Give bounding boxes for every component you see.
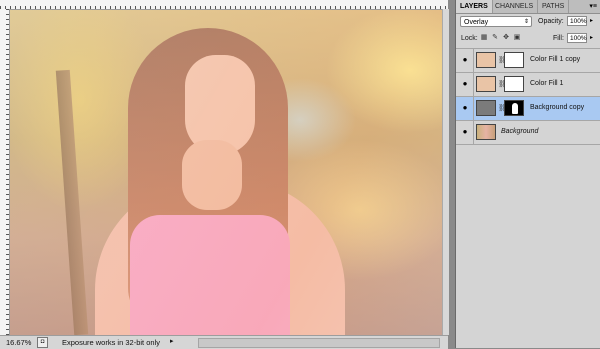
layer-thumbnail [476, 76, 496, 92]
status-bar: 16.67% ◘ Exposure works in 32-bit only ▸ [0, 335, 448, 349]
canvas-image[interactable] [10, 10, 442, 335]
chevron-down-icon: ⇕ [523, 19, 529, 25]
eye-visibility-icon[interactable]: ● [460, 104, 470, 112]
fill-label: Fill: [553, 35, 564, 42]
lock-label: Lock: [461, 35, 478, 42]
layer-name[interactable]: Background [501, 128, 538, 135]
horizontal-scrollbar[interactable] [198, 338, 440, 348]
fill-field[interactable]: 100% [567, 33, 587, 43]
fill-slider-arrow-icon[interactable]: ▸ [588, 33, 595, 43]
layers-list: ● ⛓ Color Fill 1 copy ● ⛓ Color Fill 1 ●… [456, 48, 600, 145]
layer-mask-thumbnail[interactable] [504, 100, 524, 116]
layer-name[interactable]: Color Fill 1 [530, 80, 563, 87]
panel-tabs: LAYERS CHANNELS PATHS ▾≡ [456, 0, 600, 14]
layer-name[interactable]: Background copy [530, 104, 584, 111]
layer-thumbnail [476, 100, 496, 116]
horizontal-ruler [0, 0, 448, 10]
status-info-icon[interactable]: ◘ [37, 337, 48, 348]
lock-transparency-icon[interactable]: ▦ [480, 34, 488, 42]
layer-row-background-copy[interactable]: ● ⛓ Background copy [456, 96, 600, 120]
zoom-level[interactable]: 16.67% [6, 338, 31, 347]
lock-position-move-icon[interactable]: ✥ [502, 34, 510, 42]
document-window: 16.67% ◘ Exposure works in 32-bit only ▸ [0, 0, 449, 349]
layer-thumbnail [476, 52, 496, 68]
lock-all-icon[interactable]: ▣ [513, 34, 521, 42]
panel-menu-icon[interactable]: ▾≡ [589, 2, 597, 10]
tab-channels[interactable]: CHANNELS [491, 0, 539, 13]
layer-row-background[interactable]: ● Background [456, 120, 600, 144]
status-menu-arrow-icon[interactable]: ▸ [170, 337, 174, 345]
opacity-label: Opacity: [538, 18, 564, 25]
layer-row-color-fill-1[interactable]: ● ⛓ Color Fill 1 [456, 72, 600, 96]
lock-image-brush-icon[interactable]: ✎ [491, 34, 499, 42]
layer-row-color-fill-1-copy[interactable]: ● ⛓ Color Fill 1 copy [456, 48, 600, 72]
vertical-scrollbar[interactable] [442, 9, 449, 335]
layer-thumbnail [476, 124, 496, 140]
layers-panel: LAYERS CHANNELS PATHS ▾≡ Overlay ⇕ Opaci… [455, 0, 600, 348]
layer-mask-thumbnail[interactable] [504, 52, 524, 68]
eye-visibility-icon[interactable]: ● [460, 80, 470, 88]
layer-mask-thumbnail[interactable] [504, 76, 524, 92]
vertical-ruler [0, 9, 10, 335]
layer-name[interactable]: Color Fill 1 copy [530, 56, 580, 63]
tab-paths[interactable]: PATHS [538, 0, 570, 13]
opacity-field[interactable]: 100% [567, 16, 587, 26]
eye-visibility-icon[interactable]: ● [460, 56, 470, 64]
eye-visibility-icon[interactable]: ● [460, 128, 470, 136]
status-message: Exposure works in 32-bit only [62, 338, 160, 347]
blend-mode-value: Overlay [464, 19, 489, 26]
opacity-slider-arrow-icon[interactable]: ▸ [588, 16, 595, 26]
tab-layers[interactable]: LAYERS [456, 0, 493, 13]
blend-mode-select[interactable]: Overlay ⇕ [460, 16, 532, 27]
